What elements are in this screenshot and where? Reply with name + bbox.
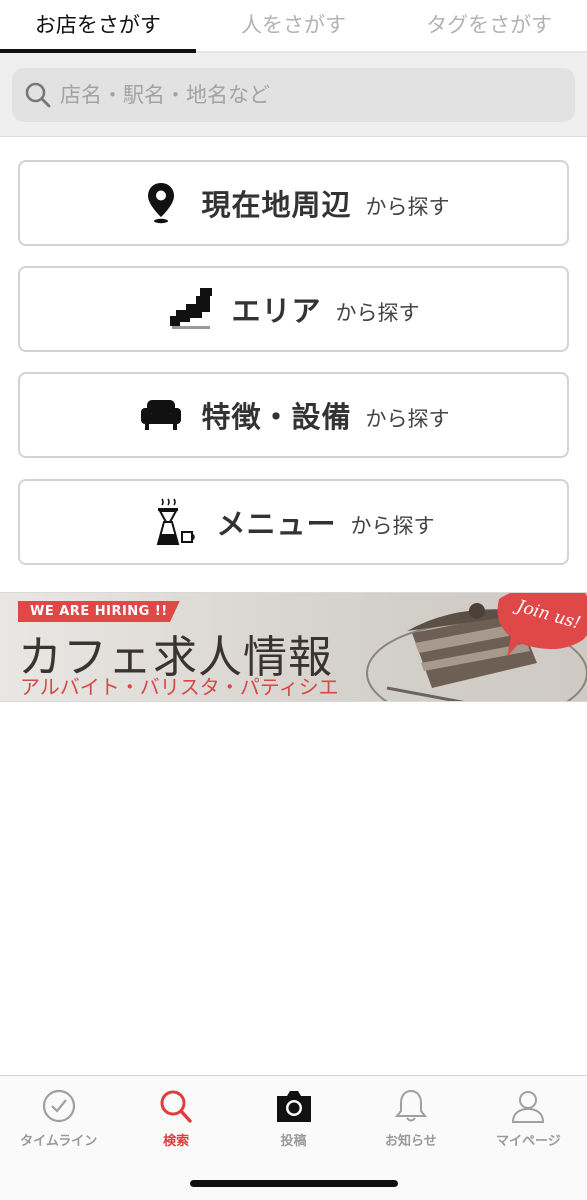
- search-box[interactable]: [12, 68, 575, 122]
- menu-button-suffix: から探す: [365, 407, 450, 431]
- menu-button-label: 現在地周辺: [201, 188, 352, 222]
- nav-label: マイページ: [495, 1134, 561, 1149]
- banner-subtitle: アルバイト・バリスタ・パティシエ: [20, 675, 339, 699]
- home-indicator: [190, 1180, 398, 1187]
- location-pin-icon: [137, 179, 185, 227]
- tab-people-search[interactable]: 人をさがす: [196, 0, 392, 51]
- nav-mypage[interactable]: マイページ: [470, 1076, 587, 1200]
- hiring-badge: WE ARE HIRING !!: [18, 601, 180, 622]
- nav-label: 検索: [163, 1134, 190, 1149]
- search-by-menu-button[interactable]: メニュー から探す: [18, 479, 569, 565]
- tab-shop-search[interactable]: お店をさがす: [0, 0, 196, 53]
- search-icon: [25, 82, 51, 108]
- search-by-current-location-button[interactable]: 現在地周辺 から探す: [18, 160, 569, 246]
- japan-map-icon: [167, 285, 215, 333]
- nav-label: タイムライン: [20, 1134, 98, 1149]
- top-tab-bar: お店をさがす 人をさがす タグをさがす: [0, 0, 587, 53]
- search-area: [0, 53, 587, 137]
- tab-tag-search[interactable]: タグをさがす: [391, 0, 587, 51]
- sofa-icon: [137, 391, 185, 439]
- nav-timeline[interactable]: タイムライン: [0, 1076, 117, 1200]
- menu-button-suffix: から探す: [365, 195, 450, 219]
- clock-icon: [42, 1089, 75, 1123]
- coffee-dripper-icon: [152, 498, 200, 546]
- search-input[interactable]: [60, 83, 540, 107]
- camera-icon: [276, 1091, 311, 1122]
- person-icon: [512, 1091, 545, 1123]
- menu-button-label: 特徴・設備: [201, 400, 352, 434]
- menu-button-suffix: から探す: [350, 514, 435, 538]
- menu-button-label: エリア: [231, 294, 322, 328]
- menu-button-suffix: から探す: [335, 301, 420, 325]
- bell-icon: [394, 1089, 428, 1122]
- search-by-area-button[interactable]: エリア から探す: [18, 266, 569, 352]
- cafe-job-banner[interactable]: Join us! WE ARE HIRING !! カフェ求人情報 アルバイト・…: [0, 592, 587, 702]
- nav-label: お知らせ: [385, 1134, 437, 1149]
- nav-label: 投稿: [280, 1134, 307, 1149]
- search-icon: [160, 1090, 192, 1123]
- menu-button-label: メニュー: [216, 507, 337, 541]
- search-by-features-button[interactable]: 特徴・設備 から探す: [18, 372, 569, 458]
